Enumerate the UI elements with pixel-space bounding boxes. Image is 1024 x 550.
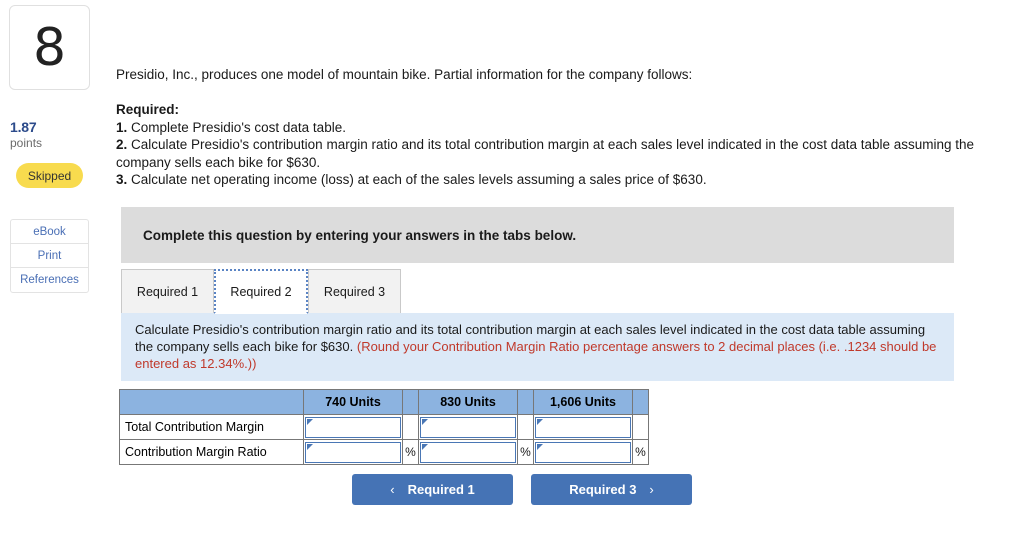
pct-spacer-total-cm-1606 xyxy=(632,414,649,440)
required-heading: Required: xyxy=(116,102,180,117)
instruction-banner-text: Complete this question by entering your … xyxy=(143,227,577,243)
required-item-1: 1. Complete Presidio's cost data table. xyxy=(116,119,1006,137)
input-total-cm-1606[interactable] xyxy=(536,417,630,437)
required-item-2-num: 2. xyxy=(116,137,128,152)
references-button[interactable]: References xyxy=(11,268,88,292)
previous-requirement-button[interactable]: ‹ Required 1 xyxy=(352,474,513,505)
required-item-2: 2. Calculate Presidio's contribution mar… xyxy=(116,136,1006,171)
required-item-2-text: Calculate Presidio's contribution margin… xyxy=(116,137,975,170)
requirement-instruction-panel: Calculate Presidio's contribution margin… xyxy=(121,313,954,381)
question-intro: Presidio, Inc., produces one model of mo… xyxy=(116,67,693,82)
rail-action-group: eBook Print References xyxy=(10,219,89,293)
tab-required-2[interactable]: Required 2 xyxy=(214,269,308,314)
input-wrapper xyxy=(535,441,631,463)
pct-spacer-total-cm-830 xyxy=(517,414,534,440)
tab-navigation: ‹ Required 1 Required 3 › xyxy=(116,474,816,506)
percent-symbol-1606: % xyxy=(632,439,649,465)
points-label: points xyxy=(10,136,43,150)
question-number: 8 xyxy=(32,17,67,78)
table-header-1606-units: 1,606 Units xyxy=(533,389,633,415)
input-cm-ratio-740[interactable] xyxy=(306,442,400,462)
requirement-instruction-text: Calculate Presidio's contribution margin… xyxy=(121,313,954,372)
percent-symbol-740: % xyxy=(402,439,419,465)
input-cm-ratio-1606[interactable] xyxy=(536,442,630,462)
table-row: Total Contribution Margin xyxy=(119,414,649,440)
contribution-margin-table: 740 Units 830 Units 1,606 Units Total Co… xyxy=(119,389,649,465)
next-requirement-label: Required 3 xyxy=(569,482,637,497)
table-header-corner xyxy=(119,389,304,415)
table-row: Contribution Margin Ratio % % % xyxy=(119,439,649,465)
required-block: Required: 1. Complete Presidio's cost da… xyxy=(116,101,1006,189)
required-item-1-text: Complete Presidio's cost data table. xyxy=(127,119,346,135)
row-label-contribution-margin-ratio: Contribution Margin Ratio xyxy=(119,439,304,465)
cell-total-cm-1606[interactable] xyxy=(533,414,633,440)
status-badge: Skipped xyxy=(16,163,83,188)
cell-cm-ratio-830[interactable] xyxy=(418,439,518,465)
next-requirement-button[interactable]: Required 3 › xyxy=(531,474,692,505)
points-value: 1.87 xyxy=(10,119,37,135)
tab-required-1[interactable]: Required 1 xyxy=(121,269,214,314)
table-header-740-units: 740 Units xyxy=(303,389,403,415)
previous-requirement-label: Required 1 xyxy=(407,482,475,497)
cell-cm-ratio-1606[interactable] xyxy=(533,439,633,465)
chevron-right-icon: › xyxy=(649,482,654,497)
percent-symbol-830: % xyxy=(517,439,534,465)
input-wrapper xyxy=(305,416,401,438)
question-main: Presidio, Inc., produces one model of mo… xyxy=(116,0,1016,550)
cell-total-cm-830[interactable] xyxy=(418,414,518,440)
question-rail: 8 1.87 points Skipped eBook Print Refere… xyxy=(0,0,110,550)
print-button[interactable]: Print xyxy=(11,244,88,268)
required-item-3-num: 3. xyxy=(116,172,128,187)
tab-required-3[interactable]: Required 3 xyxy=(308,269,401,314)
table-header-spacer-1 xyxy=(402,389,419,415)
row-label-total-contribution-margin: Total Contribution Margin xyxy=(119,414,304,440)
instruction-banner: Complete this question by entering your … xyxy=(121,207,954,263)
requirement-tabs: Required 1 Required 2 Required 3 xyxy=(121,269,954,314)
input-wrapper xyxy=(305,441,401,463)
chevron-left-icon: ‹ xyxy=(390,482,395,497)
ebook-button[interactable]: eBook xyxy=(11,220,88,244)
required-item-1-num: 1. xyxy=(116,119,128,135)
cell-total-cm-740[interactable] xyxy=(303,414,403,440)
question-number-box: 8 xyxy=(9,5,90,90)
table-header-row: 740 Units 830 Units 1,606 Units xyxy=(119,389,649,415)
input-wrapper xyxy=(535,416,631,438)
table-header-spacer-3 xyxy=(632,389,649,415)
input-total-cm-740[interactable] xyxy=(306,417,400,437)
required-item-3: 3. Calculate net operating income (loss)… xyxy=(116,171,1006,189)
input-wrapper xyxy=(420,416,516,438)
pct-spacer-total-cm-740 xyxy=(402,414,419,440)
required-item-3-text: Calculate net operating income (loss) at… xyxy=(127,172,707,187)
cell-cm-ratio-740[interactable] xyxy=(303,439,403,465)
input-cm-ratio-830[interactable] xyxy=(421,442,515,462)
table-header-830-units: 830 Units xyxy=(418,389,518,415)
input-total-cm-830[interactable] xyxy=(421,417,515,437)
input-wrapper xyxy=(420,441,516,463)
table-header-spacer-2 xyxy=(517,389,534,415)
